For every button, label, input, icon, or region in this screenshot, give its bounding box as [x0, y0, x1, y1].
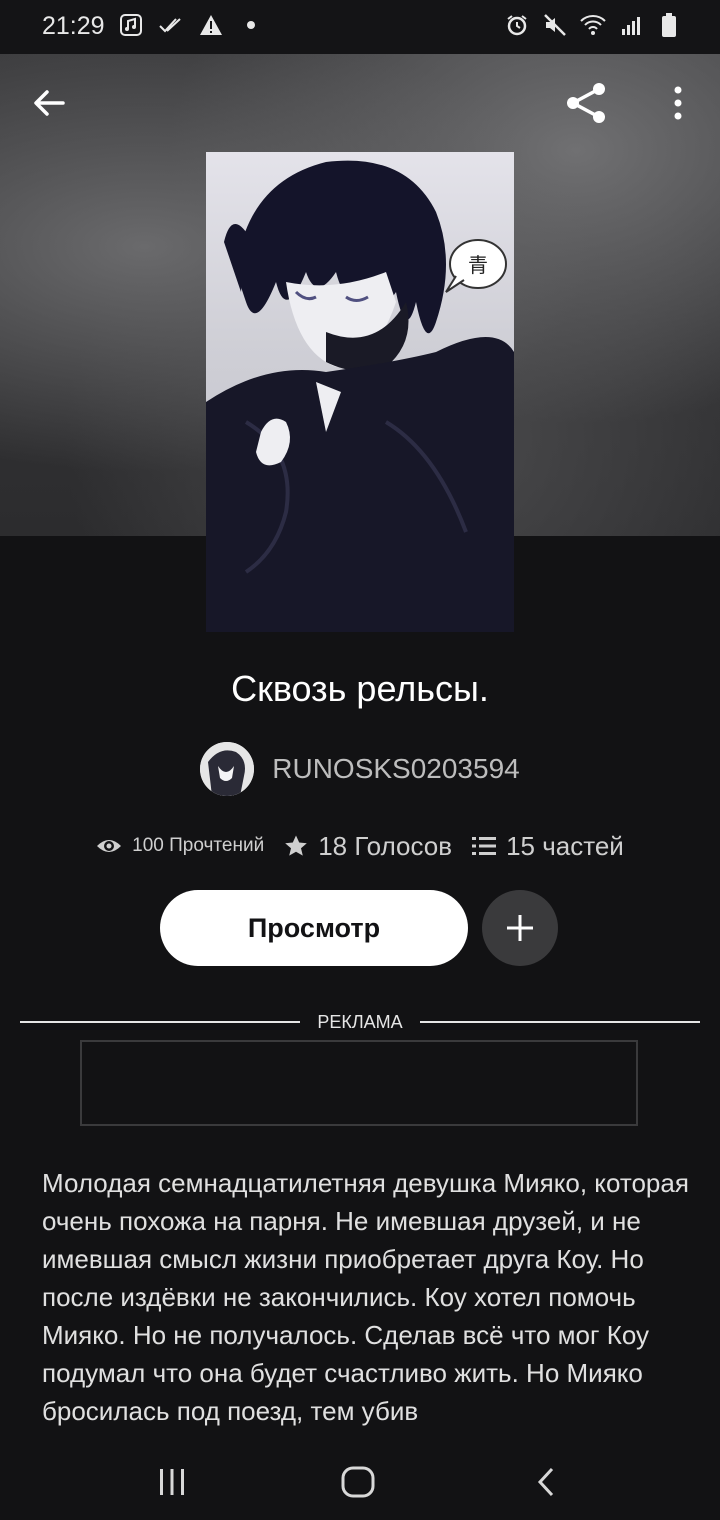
status-time: 21:29 [42, 12, 105, 40]
home-icon [341, 1466, 375, 1498]
book-cover[interactable]: 青 [206, 152, 514, 632]
view-button[interactable]: Просмотр [160, 890, 468, 966]
story-title: Сквозь рельсы. [231, 668, 489, 709]
mute-icon [542, 12, 568, 38]
music-note-icon [118, 12, 144, 38]
story-description: Молодая семнадцатилетняя девушка Мияко, … [42, 1168, 689, 1426]
parts-count: 15 частей [506, 830, 624, 861]
status-left-icons [118, 12, 264, 38]
dot-icon [238, 12, 264, 38]
votes-stat: 18 Голосов [284, 831, 452, 862]
plus-icon [507, 915, 533, 941]
double-check-icon [158, 12, 184, 38]
battery-icon [656, 12, 682, 38]
share-button[interactable] [558, 75, 614, 131]
status-bar: 21:29 [0, 0, 720, 54]
votes-count: 18 Голосов [318, 830, 453, 861]
arrow-left-icon [34, 90, 65, 116]
alarm-icon [504, 12, 530, 38]
ad-slot[interactable] [80, 1040, 638, 1126]
share-icon [567, 83, 605, 123]
status-right-icons [504, 12, 682, 38]
parts-stat: 15 частей [472, 831, 624, 862]
more-options-button[interactable] [650, 75, 706, 131]
author-row[interactable]: RUNOSKS0203594 [0, 742, 720, 796]
nav-back-button[interactable] [518, 1454, 574, 1510]
more-vertical-icon [674, 86, 682, 120]
home-button[interactable] [330, 1454, 386, 1510]
add-to-library-button[interactable] [482, 890, 558, 966]
cover-illustration: 青 [206, 160, 514, 632]
story-stats: 100 Прочтений 18 Голосов 15 частей [0, 826, 720, 866]
avatar[interactable] [200, 742, 255, 796]
recents-button[interactable] [144, 1454, 200, 1510]
reads-count: 100 Прочтений [132, 835, 265, 856]
navigation-bar [0, 1440, 720, 1520]
cover-badge-text: 青 [468, 253, 488, 277]
wifi-icon [580, 12, 606, 38]
ad-line-right [420, 1021, 700, 1023]
back-button[interactable] [21, 75, 77, 131]
ad-separator: РЕКЛАМА [20, 1008, 700, 1038]
warning-icon [198, 12, 224, 38]
signal-icon [618, 12, 644, 38]
author-name[interactable]: RUNOSKS0203594 [272, 753, 519, 785]
star-icon [285, 835, 308, 856]
recents-icon [160, 1469, 184, 1495]
list-icon [472, 837, 497, 855]
back-chevron-icon [537, 1467, 554, 1497]
reads-stat: 100 Прочтений [96, 835, 264, 857]
eye-icon [97, 840, 122, 852]
